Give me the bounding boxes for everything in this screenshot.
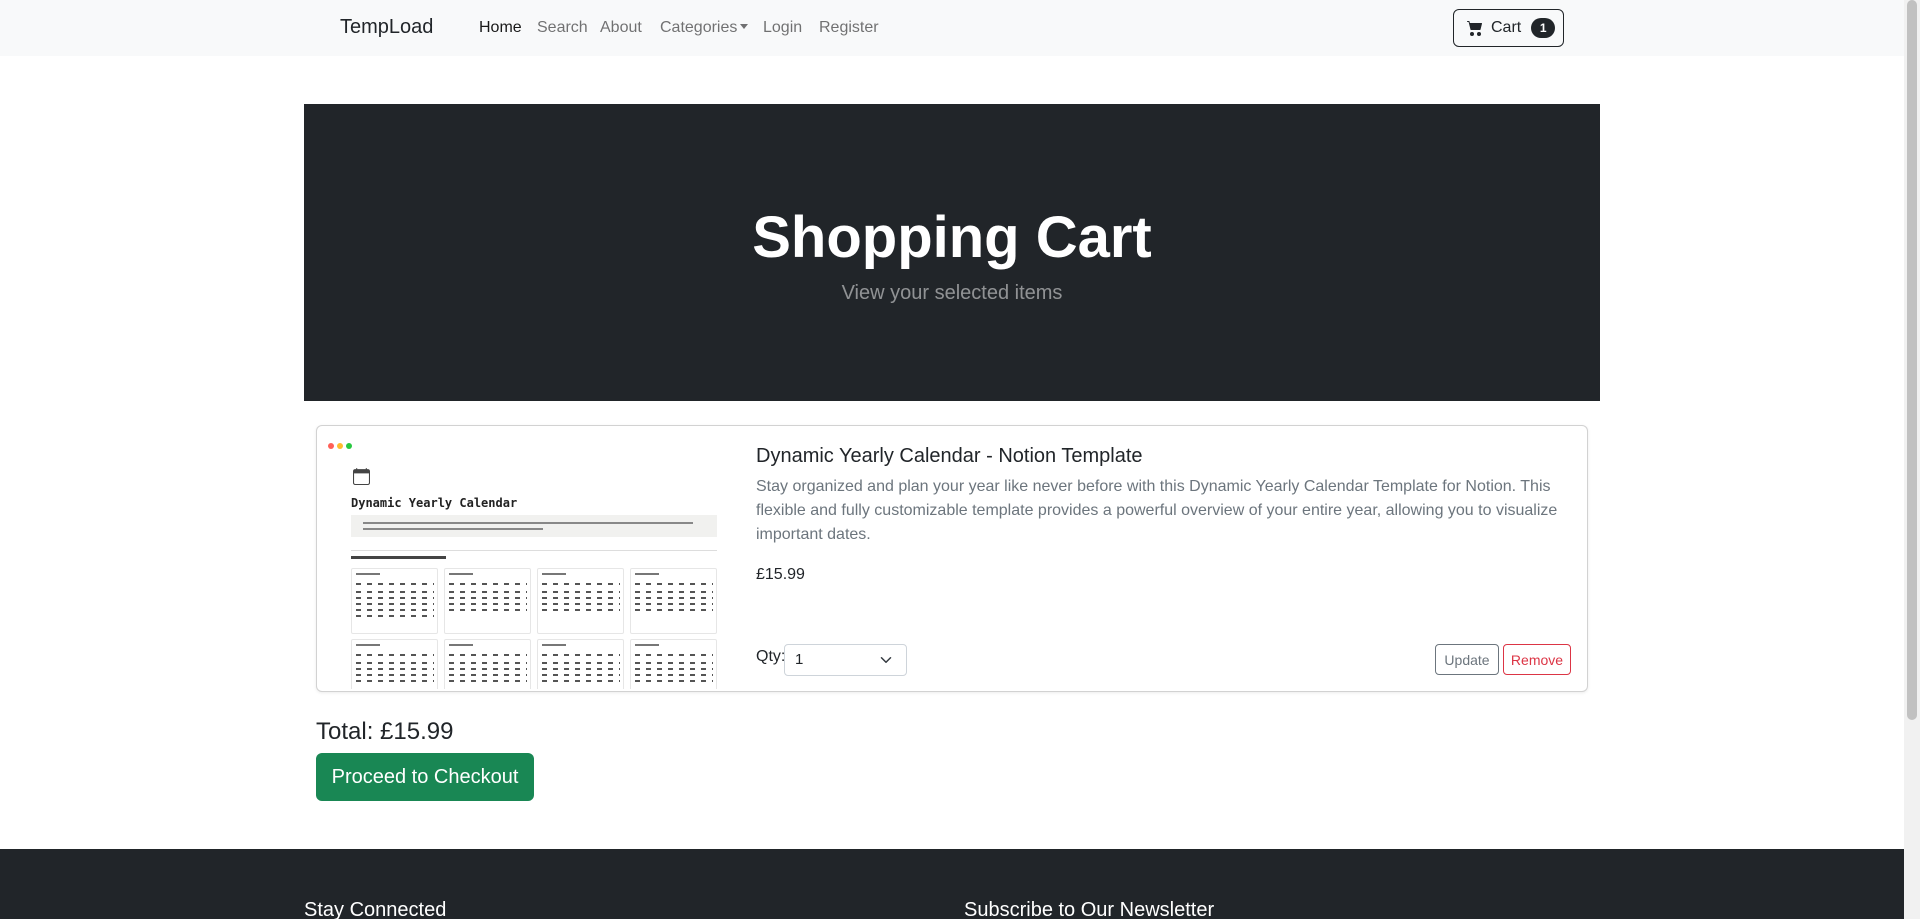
checkout-button[interactable]: Proceed to Checkout xyxy=(316,753,534,801)
nav-link-search[interactable]: Search xyxy=(537,19,588,37)
calendar-icon xyxy=(353,468,370,485)
product-price: £15.99 xyxy=(756,566,805,583)
footer: Stay Connected Subscribe to Our Newslett… xyxy=(0,849,1904,919)
thumbnail-note xyxy=(351,515,717,537)
footer-heading-newsletter: Subscribe to Our Newsletter xyxy=(964,899,1215,919)
nav-link-categories-label: Categories xyxy=(660,19,738,36)
page-subtitle: View your selected items xyxy=(841,282,1063,304)
caret-down-icon xyxy=(740,24,749,29)
scrollbar-thumb[interactable] xyxy=(1907,0,1917,720)
cart-icon xyxy=(1467,21,1483,36)
page-title: Shopping Cart xyxy=(752,205,1152,270)
window-dots xyxy=(328,436,355,454)
nav-link-about[interactable]: About xyxy=(600,19,642,37)
qty-label: Qty: xyxy=(756,648,786,665)
chevron-down-icon xyxy=(880,657,892,663)
product-description: Stay organized and plan your year like n… xyxy=(756,478,1558,543)
product-thumbnail[interactable]: Dynamic Yearly Calendar xyxy=(322,430,719,689)
navbar: TempLoad Home Search About Categories Lo… xyxy=(0,0,1904,56)
product-title[interactable]: Dynamic Yearly Calendar - Notion Templat… xyxy=(756,445,1143,468)
cart-count-badge: 1 xyxy=(1531,18,1556,38)
cart-button[interactable]: Cart 1 xyxy=(1453,9,1564,47)
hero-banner: Shopping Cart View your selected items xyxy=(304,104,1600,401)
quantity-value: 1 xyxy=(795,651,804,668)
remove-button[interactable]: Remove xyxy=(1503,644,1571,675)
nav-dropdown-categories[interactable]: Categories xyxy=(660,19,749,37)
cart-label: Cart xyxy=(1491,19,1522,36)
thumbnail-subheading xyxy=(351,556,446,559)
footer-heading-stay-connected: Stay Connected xyxy=(304,899,447,919)
thumbnail-tabs xyxy=(351,543,717,551)
cart-item-card: Dynamic Yearly Calendar Dynamic Yearly C… xyxy=(316,425,1588,692)
nav-link-login[interactable]: Login xyxy=(763,19,802,37)
nav-link-register[interactable]: Register xyxy=(819,19,879,37)
quantity-select[interactable]: 1 xyxy=(784,644,907,676)
update-button[interactable]: Update xyxy=(1435,644,1499,675)
brand-logo[interactable]: TempLoad xyxy=(340,16,433,39)
nav-link-home[interactable]: Home xyxy=(479,19,522,37)
page-scrollbar[interactable] xyxy=(1904,0,1920,919)
cart-total: Total: £15.99 xyxy=(316,718,454,745)
thumbnail-title: Dynamic Yearly Calendar xyxy=(351,496,518,510)
